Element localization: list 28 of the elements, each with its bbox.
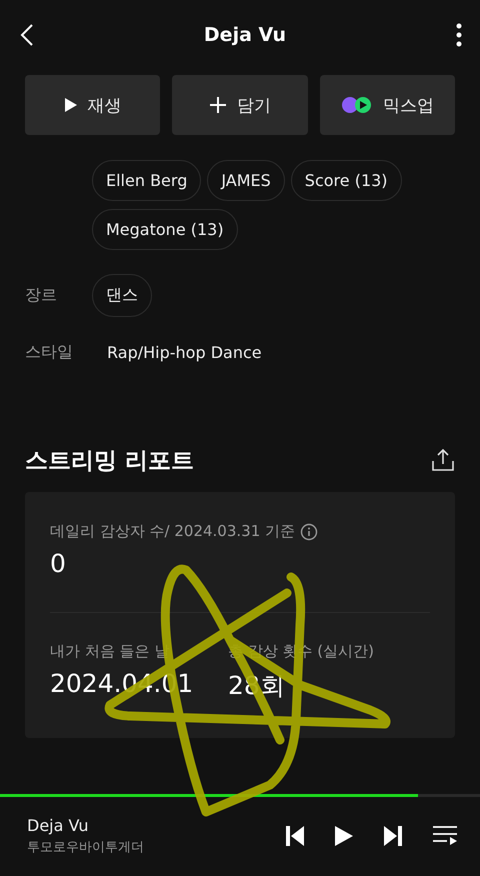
row-label: 스타일 <box>25 342 74 362</box>
previous-button[interactable] <box>284 825 306 847</box>
row-label: 장르 <box>25 284 58 306</box>
section-title: 스트리밍 리포트 <box>25 446 194 476</box>
info-icon[interactable] <box>300 522 318 540</box>
plus-icon <box>208 96 227 114</box>
action-button[interactable]: 담기 <box>172 75 308 135</box>
playlist-button[interactable] <box>432 825 458 847</box>
track-artist: 투모로우바이투게더 <box>27 839 145 856</box>
mixup-logo-icon <box>340 96 373 114</box>
track-title: Deja Vu <box>27 816 90 835</box>
back-icon[interactable] <box>20 23 34 47</box>
action-button[interactable]: 믹스업 <box>320 75 455 135</box>
more-icon[interactable] <box>456 23 462 47</box>
artist-chip[interactable]: Score (13) <box>290 160 402 201</box>
genre-chip[interactable]: 댄스 <box>92 274 152 316</box>
next-button[interactable] <box>382 825 404 847</box>
page-title: Deja Vu <box>204 24 286 46</box>
share-icon[interactable] <box>431 448 455 472</box>
artist-chip[interactable]: Ellen Berg <box>92 160 202 201</box>
stat-label: 데일리 감상자 수/ 2024.03.31 기준 <box>50 522 296 541</box>
action-button[interactable]: 재생 <box>25 75 160 135</box>
style-value: Rap/Hip-hop Dance <box>107 342 262 362</box>
play-button[interactable] <box>334 825 354 847</box>
artist-chip[interactable]: Megatone (13) <box>92 209 238 250</box>
artist-chip[interactable]: JAMES <box>207 160 285 201</box>
play-icon <box>64 97 78 113</box>
stat-value: 0 <box>50 549 67 578</box>
